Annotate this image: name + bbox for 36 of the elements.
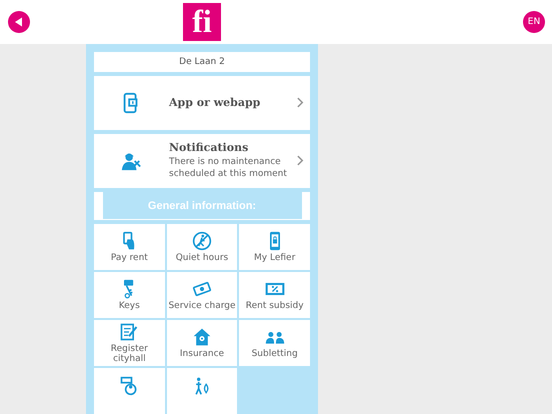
tile-label: Keys [118, 301, 140, 311]
tile-label: Subletting [252, 349, 298, 359]
menu-tile[interactable]: Keys [94, 272, 165, 318]
address-text: De Laan 2 [179, 56, 225, 67]
tile-label: Pay rent [110, 253, 148, 263]
tile-label: My Lefier [254, 253, 296, 263]
menu-tile[interactable] [166, 368, 238, 414]
menu-tile[interactable]: Rent subsidy [239, 272, 310, 318]
section-header: General information: [102, 192, 302, 220]
menu-card[interactable]: Notifications There is no maintenance scheduled at this moment [94, 134, 310, 188]
menu-tile[interactable]: Pay rent [94, 224, 165, 270]
logo: fi [183, 3, 221, 41]
tile-label: Rent subsidy [246, 301, 304, 311]
form-pen-icon [119, 322, 140, 342]
tile-label: Service charge [168, 301, 236, 311]
tile-label: Register cityhall [110, 344, 149, 364]
menu-tile[interactable]: Register cityhall [94, 320, 165, 366]
no-walking-icon [192, 231, 212, 251]
card-title: Notifications [169, 141, 250, 154]
tile-label: Quiet hours [176, 253, 228, 263]
menu-tile[interactable]: Quiet hours [166, 224, 238, 270]
money-icon [192, 279, 212, 299]
house-icon [192, 327, 212, 347]
card-title: App or webapp [169, 96, 262, 110]
menu-tile[interactable]: Insurance [166, 320, 238, 366]
chevron-icon [297, 97, 304, 108]
menu-tile[interactable]: Subletting [239, 320, 310, 366]
menu-tile[interactable] [94, 368, 165, 414]
tile-label: Insurance [180, 349, 224, 359]
menu-card[interactable]: App or webapp [94, 76, 310, 130]
language-button[interactable]: EN [523, 11, 545, 33]
card-subtitle: There is no maintenance scheduled at this moment [169, 156, 288, 180]
back-button[interactable] [8, 11, 30, 33]
menu-tile[interactable]: Service charge [166, 272, 238, 318]
chevron-icon [297, 155, 304, 166]
menu-tile[interactable]: My Lefier [239, 224, 310, 270]
